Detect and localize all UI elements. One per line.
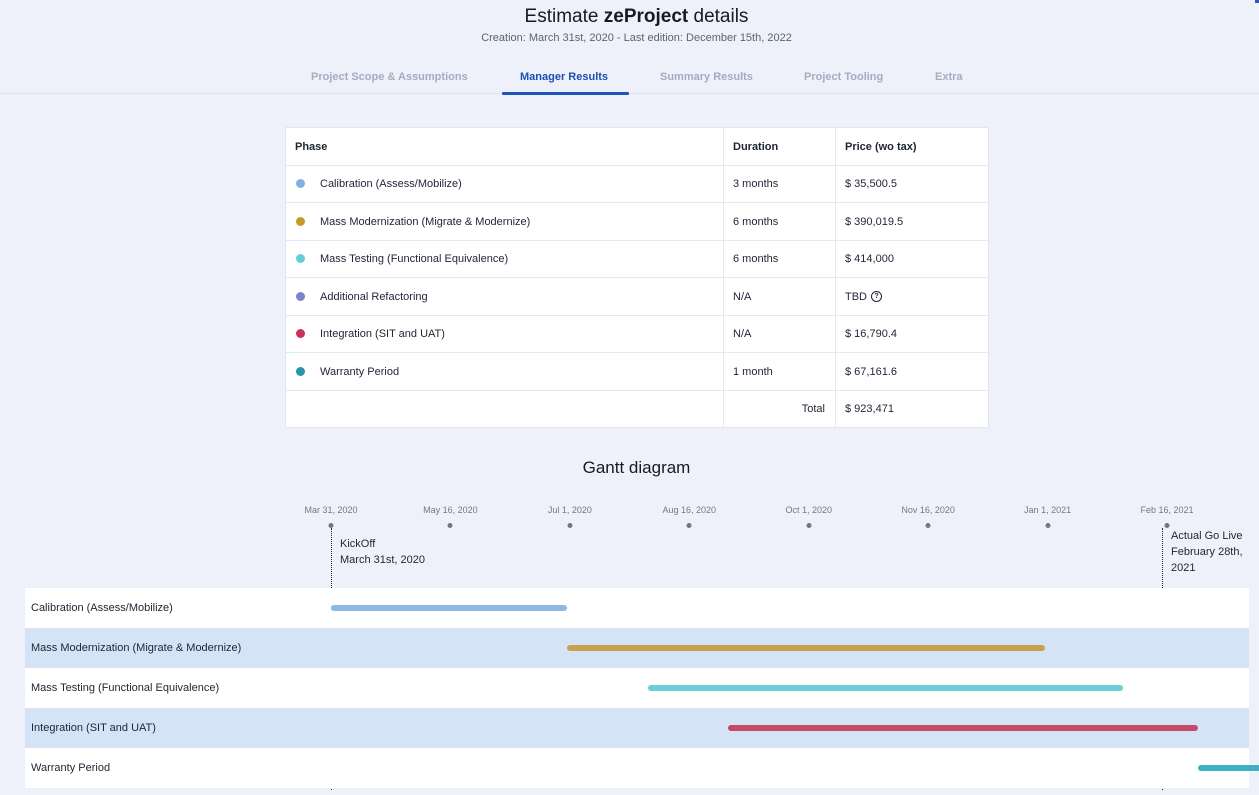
total-value: $ 923,471 bbox=[835, 390, 988, 428]
gantt-row-label: Mass Testing (Functional Equivalence) bbox=[31, 682, 220, 694]
page-title: Estimate zeProject details bbox=[524, 6, 749, 27]
table-row: Warranty Period 1 month $ 67,161.6 bbox=[286, 353, 988, 391]
page-subtitle: Creation: March 31st, 2020 - Last editio… bbox=[481, 32, 792, 44]
question-circle-icon[interactable]: ? bbox=[871, 291, 882, 302]
tab-summary-results[interactable]: Summary Results bbox=[660, 71, 753, 83]
gantt-date-label: Jul 1, 2020 bbox=[547, 505, 592, 515]
header-phase: Phase bbox=[295, 140, 328, 153]
gantt-bar-mass-testing bbox=[647, 685, 1123, 691]
phase-color-dot bbox=[296, 292, 305, 301]
phase-color-dot bbox=[296, 367, 305, 376]
gantt-date-label: Feb 16, 2021 bbox=[1140, 505, 1194, 515]
phase-table: Phase Duration Price (wo tax) Calibratio… bbox=[285, 127, 989, 428]
tab-project-scope[interactable]: Project Scope & Assumptions bbox=[311, 71, 468, 83]
phase-price: $ 67,161.6 bbox=[835, 353, 988, 390]
gantt-row: Integration (SIT and UAT) bbox=[25, 708, 1249, 748]
gantt-title: Gantt diagram bbox=[582, 458, 691, 477]
gantt-date-tick bbox=[1164, 523, 1170, 528]
gantt-bar-integration bbox=[728, 725, 1199, 731]
table-row: Calibration (Assess/Mobilize) 3 months $… bbox=[286, 165, 988, 203]
phase-name: Calibration (Assess/Mobilize) bbox=[320, 177, 462, 190]
phase-name: Mass Testing (Functional Equivalence) bbox=[320, 252, 509, 265]
corner-accent bbox=[1255, 0, 1259, 3]
gantt-date-tick bbox=[925, 523, 931, 528]
phase-duration: 1 month bbox=[723, 353, 835, 390]
gantt-row: Warranty Period bbox=[25, 748, 1259, 788]
gantt-date-tick bbox=[447, 523, 453, 528]
kickoff-milestone-label: KickOff March 31st, 2020 bbox=[340, 538, 425, 566]
table-row: Mass Testing (Functional Equivalence) 6 … bbox=[286, 240, 988, 278]
phase-color-dot bbox=[296, 179, 305, 188]
gantt-row: Calibration (Assess/Mobilize) bbox=[25, 588, 1249, 628]
gantt-date-tick bbox=[806, 523, 812, 528]
gantt-row-label: Integration (SIT and UAT) bbox=[31, 722, 156, 734]
gantt-bar-warranty bbox=[1198, 765, 1259, 771]
header-price: Price (wo tax) bbox=[835, 128, 988, 165]
tab-manager-results[interactable]: Manager Results bbox=[520, 71, 608, 83]
phase-price: $ 16,790.4 bbox=[835, 315, 988, 352]
gantt-bar-calibration bbox=[331, 605, 568, 611]
gantt-date-tick bbox=[567, 523, 573, 528]
phase-name: Mass Modernization (Migrate & Modernize) bbox=[320, 215, 531, 228]
gantt-date-label: May 16, 2020 bbox=[423, 505, 478, 515]
gantt-bar-mass-modernization bbox=[567, 645, 1045, 651]
phase-duration: N/A bbox=[723, 315, 835, 352]
phase-duration: 6 months bbox=[723, 203, 835, 240]
tabs-divider bbox=[0, 93, 1259, 94]
phase-name: Warranty Period bbox=[320, 365, 400, 378]
gantt-date-label: Aug 16, 2020 bbox=[662, 505, 717, 515]
table-row: Integration (SIT and UAT) N/A $ 16,790.4 bbox=[286, 315, 988, 353]
gantt-row: Mass Testing (Functional Equivalence) bbox=[25, 668, 1249, 708]
total-label: Total bbox=[723, 390, 835, 428]
phase-name: Additional Refactoring bbox=[320, 290, 428, 303]
phase-color-dot bbox=[296, 254, 305, 263]
phase-duration: 3 months bbox=[723, 165, 835, 202]
phase-color-dot bbox=[296, 329, 305, 338]
gantt-date-label: Mar 31, 2020 bbox=[304, 505, 358, 515]
gantt-date-label: Jan 1, 2021 bbox=[1024, 505, 1072, 515]
active-tab-indicator bbox=[502, 92, 629, 95]
phase-name: Integration (SIT and UAT) bbox=[320, 327, 445, 340]
gantt-row-label: Mass Modernization (Migrate & Modernize) bbox=[31, 642, 242, 654]
golive-milestone-label: Actual Go Live February 28th, 2021 bbox=[1171, 530, 1243, 574]
phase-price: TBD? bbox=[835, 278, 988, 315]
project-name: zeProject bbox=[603, 6, 689, 27]
tab-project-tooling[interactable]: Project Tooling bbox=[804, 71, 883, 83]
phase-price: $ 35,500.5 bbox=[835, 165, 988, 202]
gantt-date-label: Oct 1, 2020 bbox=[785, 505, 832, 515]
phase-duration: 6 months bbox=[723, 240, 835, 277]
gantt-row: Mass Modernization (Migrate & Modernize) bbox=[25, 628, 1249, 668]
header-duration: Duration bbox=[723, 128, 835, 165]
table-header-row: Phase Duration Price (wo tax) bbox=[286, 128, 988, 166]
gantt-row-label: Calibration (Assess/Mobilize) bbox=[31, 602, 173, 614]
table-row: Additional Refactoring N/A TBD? bbox=[286, 278, 988, 316]
phase-duration: N/A bbox=[723, 278, 835, 315]
table-row: Mass Modernization (Migrate & Modernize)… bbox=[286, 203, 988, 241]
phase-price: $ 390,019.5 bbox=[835, 203, 988, 240]
phase-color-dot bbox=[296, 217, 305, 226]
gantt-row-label: Warranty Period bbox=[31, 762, 111, 774]
gantt-date-tick bbox=[686, 523, 692, 528]
gantt-date-tick bbox=[1045, 523, 1051, 528]
table-total-row: Total $ 923,471 bbox=[286, 390, 988, 428]
tab-extra[interactable]: Extra bbox=[935, 71, 963, 83]
phase-price: $ 414,000 bbox=[835, 240, 988, 277]
gantt-date-label: Nov 16, 2020 bbox=[901, 505, 955, 515]
